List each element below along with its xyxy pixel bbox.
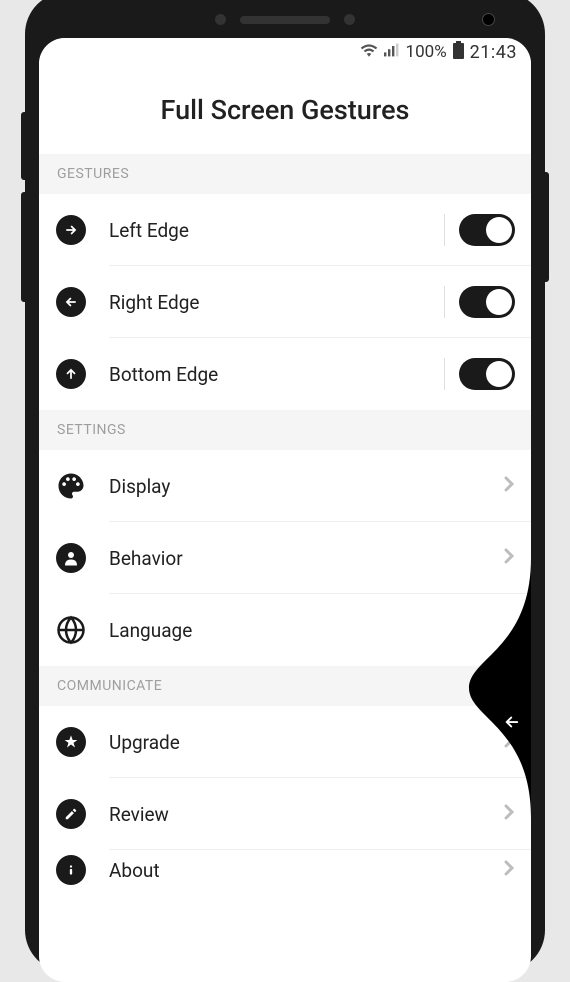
row-about[interactable]: About bbox=[39, 850, 531, 890]
chevron-right-icon bbox=[503, 859, 515, 881]
row-display[interactable]: Display bbox=[39, 450, 531, 522]
row-label: Language bbox=[109, 619, 515, 642]
chevron-right-icon bbox=[503, 475, 515, 497]
clock: 21:43 bbox=[470, 42, 517, 63]
section-header-communicate: COMMUNICATE bbox=[39, 666, 531, 706]
row-right-edge[interactable]: Right Edge bbox=[39, 266, 531, 338]
person-icon bbox=[56, 543, 86, 573]
row-label: Bottom Edge bbox=[109, 363, 444, 386]
row-label: Right Edge bbox=[109, 291, 444, 314]
row-label: About bbox=[109, 859, 503, 882]
signal-icon bbox=[384, 42, 400, 62]
star-icon bbox=[56, 727, 86, 757]
arrow-left-icon bbox=[503, 713, 521, 731]
row-label: Upgrade bbox=[109, 731, 503, 754]
globe-icon bbox=[53, 612, 89, 648]
divider bbox=[444, 358, 445, 390]
row-label: Behavior bbox=[109, 547, 503, 570]
volume-up-button[interactable] bbox=[21, 112, 25, 180]
row-label: Left Edge bbox=[109, 219, 444, 242]
divider bbox=[444, 286, 445, 318]
earpiece bbox=[240, 16, 330, 24]
battery-percentage: 100% bbox=[406, 42, 447, 62]
row-behavior[interactable]: Behavior bbox=[39, 522, 531, 594]
left-edge-toggle[interactable] bbox=[459, 214, 515, 246]
section-header-gestures: GESTURES bbox=[39, 154, 531, 194]
section-header-settings: SETTINGS bbox=[39, 410, 531, 450]
row-left-edge[interactable]: Left Edge bbox=[39, 194, 531, 266]
front-camera bbox=[482, 13, 495, 26]
arrow-right-icon bbox=[56, 215, 86, 245]
row-label: Review bbox=[109, 803, 503, 826]
power-button[interactable] bbox=[545, 172, 549, 282]
sensor-dot bbox=[344, 14, 355, 25]
arrow-left-icon bbox=[56, 287, 86, 317]
page-title: Full Screen Gestures bbox=[39, 66, 531, 154]
wifi-icon bbox=[360, 42, 378, 62]
arrow-up-icon bbox=[56, 359, 86, 389]
screen: 100% 21:43 Full Screen Gestures GESTURES… bbox=[39, 38, 531, 982]
info-icon bbox=[56, 855, 86, 885]
divider bbox=[444, 214, 445, 246]
bottom-edge-toggle[interactable] bbox=[459, 358, 515, 390]
edge-gesture-handle[interactable] bbox=[459, 558, 531, 818]
phone-frame: 100% 21:43 Full Screen Gestures GESTURES… bbox=[25, 0, 545, 972]
row-language[interactable]: Language bbox=[39, 594, 531, 666]
edit-icon bbox=[56, 799, 86, 829]
row-review[interactable]: Review bbox=[39, 778, 531, 850]
palette-icon bbox=[53, 468, 89, 504]
volume-down-button[interactable] bbox=[21, 192, 25, 302]
battery-icon bbox=[453, 41, 464, 64]
right-edge-toggle[interactable] bbox=[459, 286, 515, 318]
row-bottom-edge[interactable]: Bottom Edge bbox=[39, 338, 531, 410]
row-upgrade[interactable]: Upgrade bbox=[39, 706, 531, 778]
sensor-dot bbox=[215, 14, 226, 25]
row-label: Display bbox=[109, 475, 503, 498]
status-bar: 100% 21:43 bbox=[39, 38, 531, 66]
